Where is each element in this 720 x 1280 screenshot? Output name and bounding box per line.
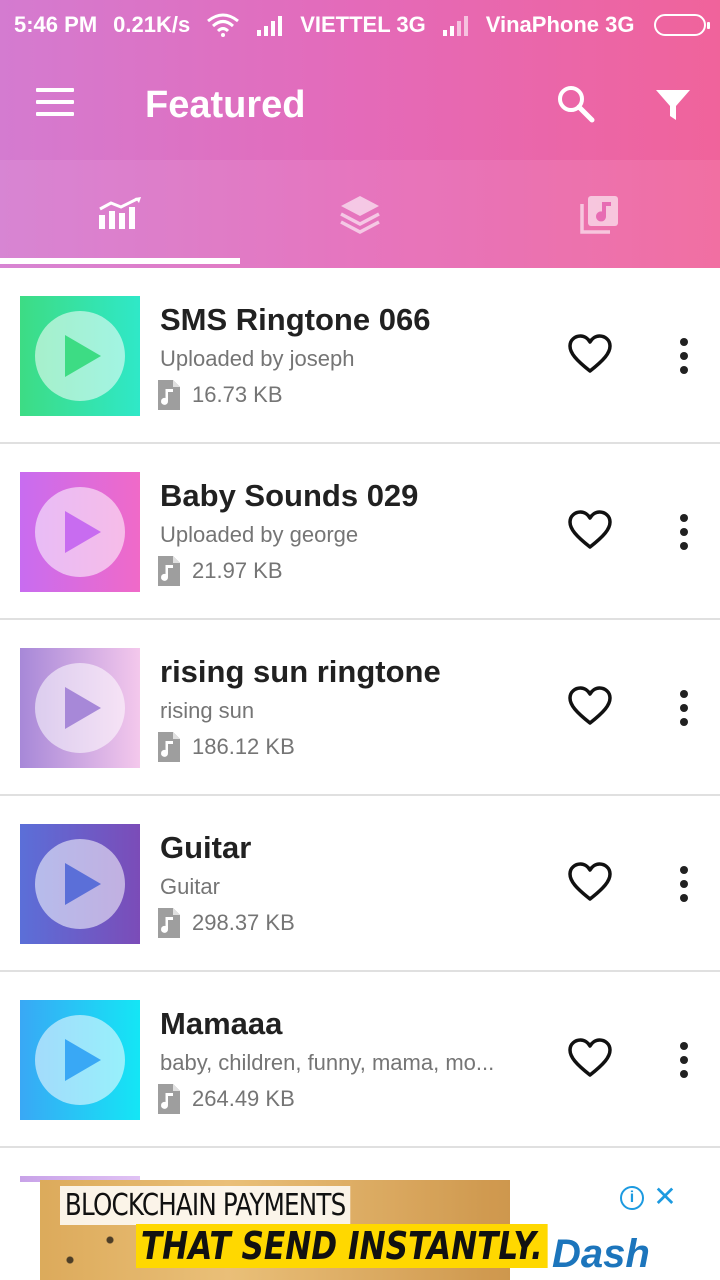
- wifi-icon: [206, 13, 240, 37]
- file-size-row: 16.73 KB: [156, 380, 283, 410]
- ringtone-title: SMS Ringtone 066: [160, 302, 431, 337]
- play-icon: [35, 311, 125, 401]
- tab-indicator: [0, 258, 240, 264]
- file-size: 298.37 KB: [192, 910, 295, 935]
- top-header: 5:46 PM 0.21K/s VIETTEL 3G VinaPhone 3G …: [0, 0, 720, 268]
- ringtone-subtitle: Uploaded by george: [160, 522, 359, 547]
- signal-icon-2: [442, 14, 470, 36]
- status-bar: 5:46 PM 0.21K/s VIETTEL 3G VinaPhone 3G: [0, 0, 720, 50]
- more-options-icon[interactable]: [670, 864, 698, 904]
- ringtone-title: Mamaaa: [160, 1006, 283, 1041]
- more-options-icon[interactable]: [670, 336, 698, 376]
- layers-icon: [340, 196, 380, 234]
- more-options-icon[interactable]: [670, 688, 698, 728]
- favorite-heart-icon[interactable]: [568, 862, 612, 906]
- app-bar: Featured: [0, 50, 720, 160]
- battery-icon: [654, 14, 710, 36]
- play-icon: [35, 1015, 125, 1105]
- ringtone-subtitle: Guitar: [160, 874, 220, 899]
- ringtone-title: Guitar: [160, 830, 252, 865]
- signal-icon: [256, 14, 284, 36]
- file-size: 186.12 KB: [192, 734, 295, 759]
- ringtone-subtitle: Uploaded by joseph: [160, 346, 355, 371]
- status-time: 5:46 PM: [14, 12, 98, 37]
- trending-chart-icon: [99, 197, 141, 229]
- favorite-heart-icon[interactable]: [568, 686, 612, 730]
- network-speed: 0.21K/s: [113, 12, 191, 37]
- audio-file-icon: [158, 556, 180, 586]
- play-icon: [35, 663, 125, 753]
- list-item[interactable]: Baby Sounds 029 Uploaded by george 21.97…: [0, 444, 720, 620]
- tab-trending[interactable]: [0, 160, 240, 268]
- more-options-icon[interactable]: [670, 512, 698, 552]
- audio-file-icon: [158, 732, 180, 762]
- play-thumbnail[interactable]: [20, 472, 140, 592]
- ad-tagline: THAT SEND INSTANTLY.: [136, 1224, 548, 1268]
- list-item[interactable]: SMS Ringtone 066 Uploaded by joseph 16.7…: [0, 268, 720, 444]
- play-thumbnail[interactable]: [20, 296, 140, 416]
- play-thumbnail[interactable]: [20, 1000, 140, 1120]
- favorite-heart-icon[interactable]: [568, 334, 612, 378]
- tab-library[interactable]: [480, 160, 720, 268]
- file-size-row: 21.97 KB: [156, 556, 283, 586]
- page-title: Featured: [145, 84, 306, 126]
- tab-categories[interactable]: [240, 160, 480, 268]
- music-library-icon: [580, 196, 618, 234]
- menu-icon[interactable]: [36, 88, 76, 120]
- ad-banner[interactable]: BLOCKCHAIN PAYMENTS THAT SEND INSTANTLY.…: [40, 1180, 680, 1280]
- favorite-heart-icon[interactable]: [568, 510, 612, 554]
- play-thumbnail[interactable]: [20, 648, 140, 768]
- file-size-row: 264.49 KB: [156, 1084, 295, 1114]
- file-size-row: 298.37 KB: [156, 908, 295, 938]
- file-size-row: 186.12 KB: [156, 732, 295, 762]
- more-options-icon[interactable]: [670, 1040, 698, 1080]
- play-thumbnail[interactable]: [20, 824, 140, 944]
- ad-headline: BLOCKCHAIN PAYMENTS: [60, 1186, 351, 1225]
- carrier-2: VinaPhone 3G: [485, 12, 635, 37]
- ringtone-subtitle: rising sun: [160, 698, 255, 723]
- play-icon: [35, 839, 125, 929]
- ringtone-title: rising sun ringtone: [160, 654, 441, 689]
- carrier-1: VIETTEL 3G: [300, 12, 426, 37]
- list-item[interactable]: rising sun ringtone rising sun 186.12 KB: [0, 620, 720, 796]
- play-icon: [35, 487, 125, 577]
- audio-file-icon: [158, 380, 180, 410]
- ringtone-list: SMS Ringtone 066 Uploaded by joseph 16.7…: [0, 268, 720, 1148]
- list-item[interactable]: Mamaaa baby, children, funny, mama, mo..…: [0, 972, 720, 1148]
- file-size: 16.73 KB: [192, 382, 283, 407]
- ad-close-icon[interactable]: ✕: [652, 1183, 678, 1211]
- tab-bar: [0, 160, 720, 268]
- ad-info-icon[interactable]: i: [620, 1186, 644, 1210]
- ad-brand-logo: Dash: [552, 1232, 650, 1276]
- file-size: 264.49 KB: [192, 1086, 295, 1111]
- file-size: 21.97 KB: [192, 558, 283, 583]
- ringtone-subtitle: baby, children, funny, mama, mo...: [160, 1050, 495, 1075]
- audio-file-icon: [158, 1084, 180, 1114]
- ringtone-title: Baby Sounds 029: [160, 478, 419, 513]
- search-icon[interactable]: [556, 84, 596, 124]
- list-item[interactable]: Guitar Guitar 298.37 KB: [0, 796, 720, 972]
- filter-icon[interactable]: [654, 86, 692, 124]
- audio-file-icon: [158, 908, 180, 938]
- favorite-heart-icon[interactable]: [568, 1038, 612, 1082]
